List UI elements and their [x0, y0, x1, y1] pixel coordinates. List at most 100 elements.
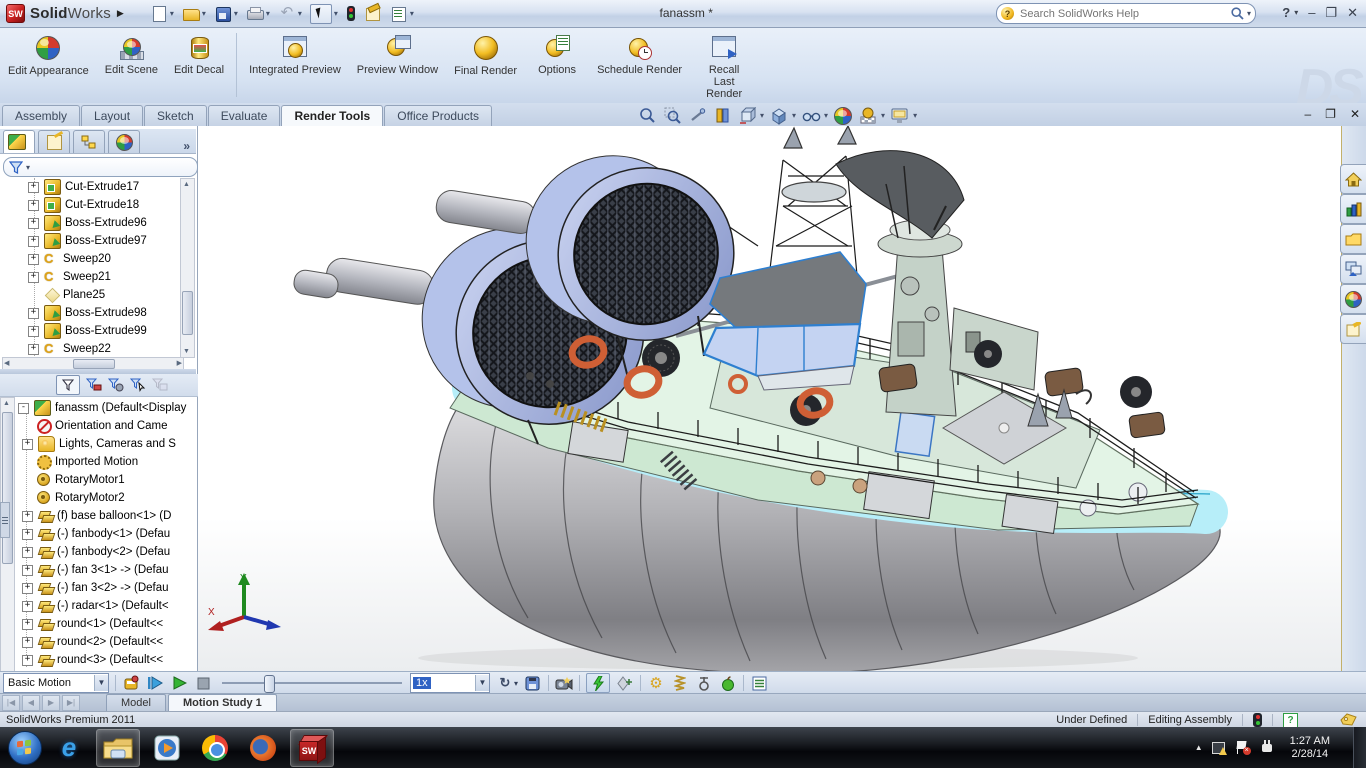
- tab-motion-study-1[interactable]: Motion Study 1: [168, 694, 277, 712]
- tree-item[interactable]: +Boss-Extrude96: [0, 214, 208, 232]
- expand-toggle[interactable]: +: [28, 236, 39, 247]
- tab-render-tools[interactable]: Render Tools: [281, 105, 383, 127]
- quick-tips-icon[interactable]: ?: [1283, 713, 1298, 728]
- schedule-render-button[interactable]: Schedule Render: [591, 32, 688, 78]
- expand-toggle[interactable]: +: [22, 511, 33, 522]
- view-settings-icon[interactable]: [890, 106, 910, 125]
- tree-item[interactable]: +round<3> (Default<<: [14, 651, 196, 669]
- expand-toggle[interactable]: +: [28, 218, 39, 229]
- last-tab-button[interactable]: ▶|: [62, 695, 80, 711]
- internet-explorer-icon[interactable]: e: [48, 730, 90, 766]
- tree-item[interactable]: +(-) fan 3<2> -> (Defau: [14, 579, 196, 597]
- start-orb[interactable]: [8, 731, 42, 765]
- chrome-icon[interactable]: [194, 730, 236, 766]
- tree-item[interactable]: +Boss-Extrude97: [0, 232, 208, 250]
- scroll-down-arrow[interactable]: ▼: [181, 346, 192, 357]
- expand-toggle[interactable]: +: [28, 254, 39, 265]
- study-type-combo[interactable]: Basic Motion ▼: [3, 673, 109, 693]
- expand-toggle[interactable]: +: [22, 619, 33, 630]
- play-icon[interactable]: [170, 674, 188, 692]
- first-tab-button[interactable]: |◀: [2, 695, 20, 711]
- tab-sketch[interactable]: Sketch: [144, 105, 207, 126]
- expand-toggle[interactable]: +: [22, 565, 33, 576]
- graphics-viewport[interactable]: X Y: [198, 126, 1342, 671]
- tree-item[interactable]: Plane25: [0, 286, 208, 304]
- filter-selected-icon[interactable]: [130, 378, 146, 392]
- home-icon[interactable]: [1340, 164, 1366, 194]
- apply-scene-dropdown[interactable]: ▾: [881, 111, 885, 120]
- panel-resize-grip[interactable]: [0, 502, 10, 538]
- open-dropdown[interactable]: ▾: [202, 9, 206, 18]
- damper-icon[interactable]: [695, 674, 713, 692]
- expand-toggle[interactable]: +: [22, 529, 33, 540]
- tree-item[interactable]: Imported Motion: [14, 453, 196, 471]
- filter-results-icon[interactable]: [152, 378, 168, 392]
- tray-clock[interactable]: 1:27 AM 2/28/14: [1290, 735, 1330, 761]
- hscroll-thumb[interactable]: [73, 359, 115, 369]
- tree-item[interactable]: +(f) base balloon<1> (D: [14, 507, 196, 525]
- scroll-up-arrow[interactable]: ▲: [181, 179, 192, 190]
- edit-decal-button[interactable]: Edit Decal: [168, 32, 230, 78]
- expand-toggle[interactable]: +: [22, 637, 33, 648]
- windows-explorer-icon[interactable]: [96, 729, 140, 767]
- panel-overflow-chevron[interactable]: »: [183, 139, 190, 153]
- zoom-to-area-icon[interactable]: [662, 106, 682, 125]
- checklist-dropdown[interactable]: ▾: [410, 9, 414, 18]
- displaymanager-icon[interactable]: [108, 130, 140, 153]
- tree-item[interactable]: +round<2> (Default<<: [14, 633, 196, 651]
- select-dropdown[interactable]: ▾: [334, 9, 338, 18]
- close-button[interactable]: ✕: [1347, 5, 1358, 21]
- hide-show-dropdown[interactable]: ▾: [824, 111, 828, 120]
- undo-dropdown[interactable]: ▾: [298, 9, 302, 18]
- tree-item-root[interactable]: -fanassm (Default<Display: [14, 399, 196, 417]
- search-input[interactable]: [1018, 7, 1230, 21]
- show-desktop-button[interactable]: [1353, 727, 1366, 768]
- expand-toggle[interactable]: +: [28, 308, 39, 319]
- preview-window-button[interactable]: Preview Window: [351, 32, 444, 78]
- filter-all-icon[interactable]: [56, 375, 80, 395]
- motion-properties-icon[interactable]: [750, 674, 768, 692]
- scroll-right-arrow[interactable]: ▶: [177, 359, 182, 367]
- zoom-to-fit-icon[interactable]: [637, 106, 657, 125]
- tree-item[interactable]: +(-) fanbody<1> (Defau: [14, 525, 196, 543]
- speed-dropdown[interactable]: ▼: [475, 675, 489, 691]
- new-document-icon[interactable]: [150, 5, 168, 23]
- tab-assembly[interactable]: Assembly: [2, 105, 80, 126]
- calculate-icon[interactable]: [122, 674, 140, 692]
- new-dropdown[interactable]: ▾: [170, 9, 174, 18]
- apply-scene-icon[interactable]: [858, 106, 878, 125]
- section-view-icon[interactable]: [712, 106, 732, 125]
- motion-setup-icon[interactable]: [586, 673, 610, 693]
- tree-item[interactable]: +Lights, Cameras and S: [14, 435, 196, 453]
- edit-appearance-button[interactable]: Edit Appearance: [2, 32, 95, 79]
- scroll-left-arrow[interactable]: ◀: [4, 359, 9, 367]
- device-warning-icon[interactable]: [1212, 740, 1227, 755]
- doc-minimize-button[interactable]: –: [1304, 107, 1311, 121]
- play-from-start-icon[interactable]: [146, 674, 164, 692]
- hovercraft-model[interactable]: [198, 126, 1342, 671]
- tree-filter-box[interactable]: ▾: [3, 157, 198, 177]
- filter-dropdown[interactable]: ▾: [26, 163, 30, 172]
- next-tab-button[interactable]: ▶: [42, 695, 60, 711]
- select-cursor-icon[interactable]: [310, 4, 332, 24]
- edit-scene-button[interactable]: Edit Scene: [99, 32, 164, 78]
- final-render-button[interactable]: Final Render: [448, 32, 523, 79]
- expand-toggle[interactable]: +: [22, 601, 33, 612]
- filter-driving-icon[interactable]: [108, 378, 124, 392]
- expand-toggle[interactable]: -: [18, 403, 29, 414]
- search-dropdown[interactable]: ▾: [1247, 9, 1251, 18]
- save-animation-icon[interactable]: [524, 674, 542, 692]
- file-explorer-icon[interactable]: [1340, 224, 1366, 254]
- motor-icon[interactable]: ⚙: [647, 674, 665, 692]
- expand-toggle[interactable]: +: [28, 272, 39, 283]
- prev-tab-button[interactable]: ◀: [22, 695, 40, 711]
- tree-item[interactable]: +Cut-Extrude17: [0, 178, 208, 196]
- configurationmanager-icon[interactable]: [73, 130, 105, 153]
- tree-item[interactable]: +CSweep22: [0, 340, 208, 358]
- menu-expand-arrow[interactable]: ▶: [117, 8, 124, 19]
- view-settings-dropdown[interactable]: ▾: [913, 111, 917, 120]
- save-icon[interactable]: [214, 5, 232, 23]
- featuremanager-tree-icon[interactable]: [3, 130, 35, 153]
- file-properties-icon[interactable]: [364, 5, 382, 23]
- study-type-dropdown[interactable]: ▼: [94, 675, 108, 691]
